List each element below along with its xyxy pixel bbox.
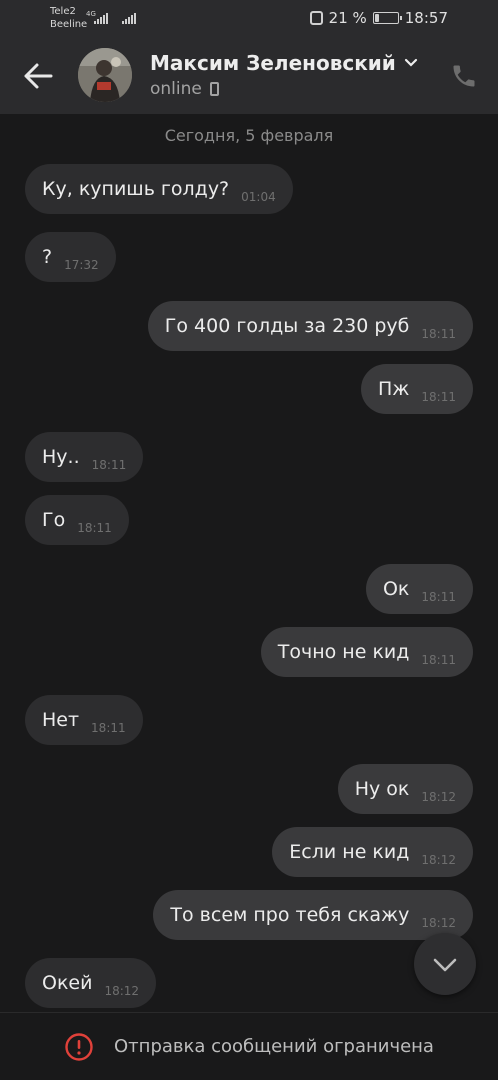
message-outgoing[interactable]: Го 400 голды за 230 руб 18:11 xyxy=(147,301,473,351)
message-time: 18:11 xyxy=(421,653,456,667)
date-separator: Сегодня, 5 февраля xyxy=(164,126,334,145)
status-bar: Tele2 Beeline 4G 21 % 18:57 xyxy=(0,0,498,38)
message-time: 18:11 xyxy=(421,327,456,341)
clock: 18:57 xyxy=(404,9,448,27)
message-incoming[interactable]: ? 17:32 xyxy=(25,232,116,282)
chevron-down-icon xyxy=(404,58,417,67)
signal-icon xyxy=(122,12,136,24)
chat-header: Максим Зеленовский online xyxy=(0,38,498,114)
message-text: Пж xyxy=(378,378,410,400)
carrier-2: Beeline xyxy=(50,19,88,30)
chevron-down-icon xyxy=(433,958,457,972)
message-text: Ну.. xyxy=(42,446,80,468)
message-text: Ок xyxy=(382,578,410,600)
message-time: 18:11 xyxy=(77,521,112,535)
message-incoming[interactable]: Ку, купишь голду? 01:04 xyxy=(25,164,293,214)
contact-name-text: Максим Зеленовский xyxy=(150,51,396,75)
message-time: 18:11 xyxy=(91,721,126,735)
message-outgoing[interactable]: Пж 18:11 xyxy=(361,364,473,414)
message-time: 18:12 xyxy=(104,984,140,998)
message-outgoing[interactable]: Ок 18:11 xyxy=(365,564,473,614)
status-text: online xyxy=(150,79,202,99)
battery-icon xyxy=(372,12,402,24)
mobile-icon xyxy=(209,82,219,96)
scroll-down-button[interactable] xyxy=(414,933,476,995)
exclamation-circle-icon xyxy=(65,1032,93,1061)
message-incoming[interactable]: Окей 18:12 xyxy=(25,958,157,1008)
message-outgoing[interactable]: Ну ок 18:12 xyxy=(337,764,473,814)
message-text: Нет xyxy=(42,709,80,731)
carrier-1: Tele2 xyxy=(50,6,76,17)
battery-percent: 21 % xyxy=(328,9,367,27)
contact-status: online xyxy=(150,79,219,99)
message-outgoing[interactable]: Если не кид 18:12 xyxy=(272,827,473,877)
message-text: Ну ок xyxy=(354,778,410,800)
phone-icon[interactable] xyxy=(450,62,478,90)
message-incoming[interactable]: Ну.. 18:11 xyxy=(25,432,144,482)
signal-icon xyxy=(94,12,108,24)
message-time: 18:11 xyxy=(91,458,127,472)
message-time: 18:11 xyxy=(421,590,456,604)
contact-name[interactable]: Максим Зеленовский xyxy=(150,51,418,75)
arrow-left-icon[interactable] xyxy=(22,62,54,90)
restriction-text: Отправка сообщений ограничена xyxy=(114,1036,434,1057)
status-right: 21 % 18:57 xyxy=(309,9,448,27)
message-text: Го 400 голды за 230 руб xyxy=(164,315,410,337)
message-time: 18:11 xyxy=(421,390,456,404)
message-text: Го xyxy=(42,509,66,531)
message-time: 18:12 xyxy=(421,790,456,804)
message-text: ? xyxy=(42,246,53,268)
carrier-names: Tele2 Beeline xyxy=(50,5,87,31)
message-time: 18:12 xyxy=(421,916,456,930)
nfc-icon xyxy=(309,11,323,25)
message-text: Ку, купишь голду? xyxy=(42,178,230,200)
message-time: 01:04 xyxy=(241,190,276,204)
message-incoming[interactable]: Го 18:11 xyxy=(25,495,129,545)
message-outgoing[interactable]: Точно не кид 18:11 xyxy=(260,627,473,677)
avatar[interactable] xyxy=(78,48,132,102)
message-text: То всем про тебя скажу xyxy=(170,904,410,926)
messaging-restricted-bar: Отправка сообщений ограничена xyxy=(0,1012,498,1080)
message-text: Если не кид xyxy=(289,841,410,863)
message-time: 18:12 xyxy=(421,853,456,867)
message-incoming[interactable]: Нет 18:11 xyxy=(25,695,143,745)
message-time: 17:32 xyxy=(64,258,99,272)
message-text: Окей xyxy=(42,972,93,994)
message-text: Точно не кид xyxy=(277,641,410,663)
